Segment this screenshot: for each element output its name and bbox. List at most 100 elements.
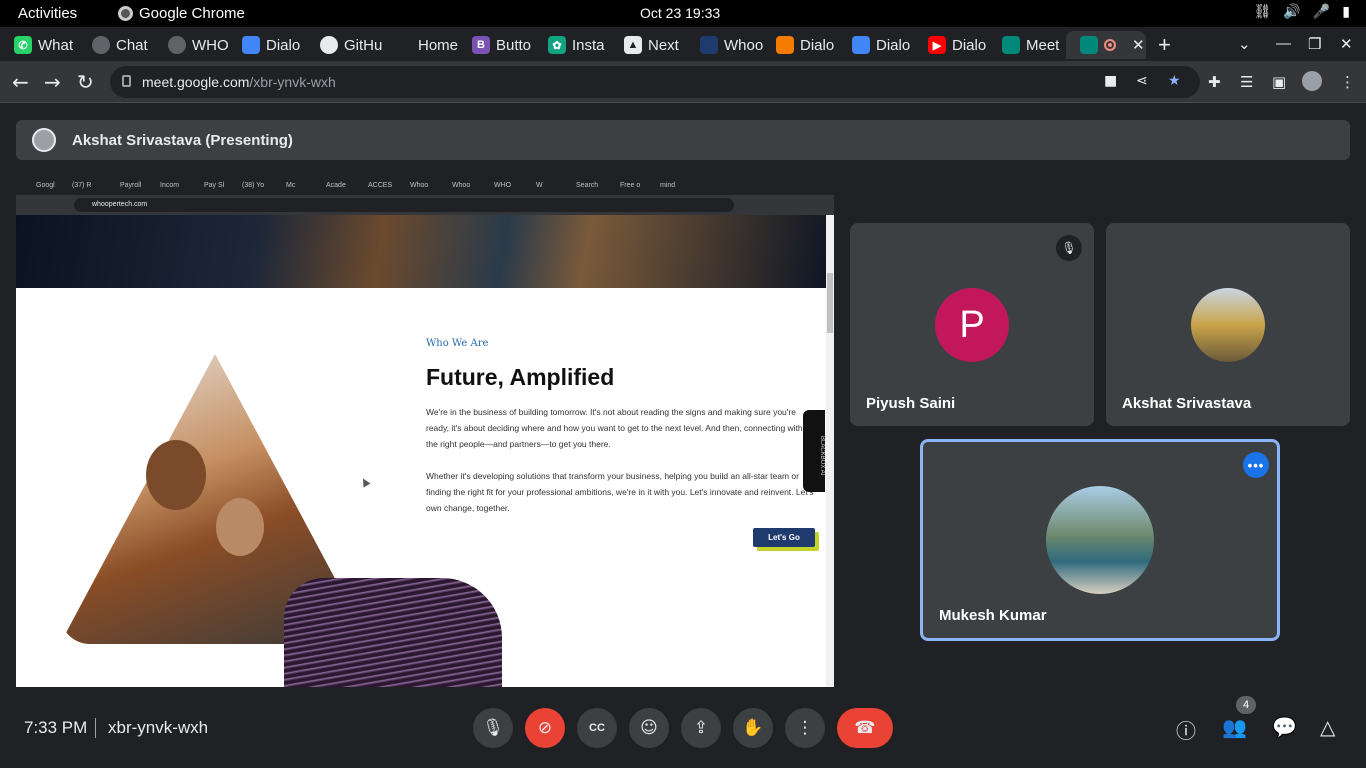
openai-icon: ✿ (548, 36, 566, 54)
participant-name: Akshat Srivastava (1122, 395, 1252, 412)
inner-tab: Whoo (452, 182, 471, 189)
camera-button[interactable]: ⊘ (525, 708, 565, 748)
inner-tab: WHO (494, 182, 512, 189)
blank-icon (394, 36, 412, 54)
inner-tab: Free o (620, 182, 641, 189)
avatar (1191, 288, 1265, 362)
tab-github[interactable]: GitHu (306, 31, 386, 59)
inner-tab: ACCES (368, 182, 393, 189)
tab-dialogflow-3[interactable]: Dialo (838, 31, 918, 59)
meeting-code: xbr-ynvk-wxh (108, 718, 209, 737)
share-icon[interactable]: ⋖ (1136, 73, 1148, 89)
presenter-label: Akshat Srivastava (Presenting) (72, 132, 293, 149)
profile-avatar[interactable] (1302, 71, 1322, 91)
tab-label: Butto (496, 36, 532, 54)
present-screen-icon: ⇪ (693, 718, 709, 738)
tab-search-icon[interactable]: ⌄ (1238, 35, 1251, 53)
camera-icon[interactable]: ■ (1104, 73, 1117, 89)
leave-call-button[interactable]: ☎ (837, 708, 893, 748)
reload-icon[interactable]: ↻ (77, 70, 94, 94)
avatar (32, 128, 56, 152)
captions-icon: CC (589, 722, 605, 734)
tab-active-meet[interactable]: ✕ (1066, 31, 1146, 59)
captions-button[interactable]: CC (577, 708, 617, 748)
tab-next[interactable]: ▲ Next (610, 31, 690, 59)
emoji-icon: ☺ (640, 718, 658, 738)
os-top-bar: Activities Google Chrome Oct 23 19:33 ⛓ … (0, 0, 1366, 27)
tab-insta[interactable]: ✿ Insta (534, 31, 614, 59)
system-tray[interactable]: ⛓ 🔊 🎤 ▮ (1254, 4, 1350, 20)
more-menu-icon[interactable]: ⋮ (1340, 73, 1355, 91)
tab-label: WHO (192, 36, 229, 54)
extensions-icon[interactable]: ✚ (1208, 73, 1221, 91)
meet-icon (1002, 36, 1020, 54)
emoji-button[interactable]: ☺ (629, 708, 669, 748)
inner-tab: Whoo (410, 182, 429, 189)
activities-button[interactable]: Activities (18, 5, 77, 22)
people-icon[interactable]: 👥 (1222, 715, 1247, 739)
address-bar[interactable]: meet.google.com/xbr-ynvk-wxh ■ ⋖ ★ (110, 66, 1200, 98)
more-options-icon[interactable]: ••• (1243, 452, 1269, 478)
forward-icon[interactable]: → (44, 70, 61, 94)
whatsapp-icon: ✆ (14, 36, 32, 54)
tab-label: Home (418, 36, 459, 54)
more-options-button[interactable]: ⋮ (785, 708, 825, 748)
participant-tile[interactable]: P 🎙 Piyush Saini (850, 223, 1094, 426)
activities-icon[interactable]: △ (1320, 715, 1335, 739)
url-text: meet.google.com/xbr-ynvk-wxh (142, 74, 336, 90)
bookmark-star-icon[interactable]: ★ (1168, 73, 1181, 89)
close-tab-icon[interactable]: ✕ (1132, 36, 1145, 54)
lock-icon (122, 75, 131, 87)
present-button[interactable]: ⇪ (681, 708, 721, 748)
app-name: Google Chrome (139, 5, 245, 22)
more-vert-icon: ⋮ (796, 718, 814, 738)
inner-tab: mind (660, 182, 676, 189)
inner-address-bar: whoopertech.com (16, 195, 834, 215)
avatar: P (935, 288, 1009, 362)
close-window-icon[interactable]: ✕ (1340, 35, 1353, 53)
tab-label: Dialo (876, 36, 911, 54)
chat-icon[interactable]: 💬 (1272, 715, 1297, 739)
tab-home[interactable]: Home (380, 31, 460, 59)
hexagon-icon (776, 36, 794, 54)
mouse-cursor-icon (359, 476, 371, 488)
inner-tab: Mc (286, 182, 296, 189)
next-icon: ▲ (624, 36, 642, 54)
tab-label: Dialo (952, 36, 987, 54)
tab-label: Meet (1026, 36, 1060, 54)
tab-dialogflow-2[interactable]: Dialo (762, 31, 842, 59)
side-panel-icon[interactable]: ▣ (1272, 73, 1286, 91)
minimize-icon[interactable]: — (1276, 35, 1291, 52)
tab-who[interactable]: WHO (154, 31, 234, 59)
info-icon[interactable]: ⓘ (1176, 715, 1196, 744)
tab-chat[interactable]: Chat (78, 31, 158, 59)
mic-button[interactable]: 🎙 (473, 708, 513, 748)
whoop-icon (700, 36, 718, 54)
app-menu[interactable]: Google Chrome (118, 5, 245, 22)
participant-name: Mukesh Kumar (939, 607, 1047, 624)
tab-dialogflow-1[interactable]: Dialo (228, 31, 308, 59)
inner-scrollbar (826, 215, 834, 687)
tab-label: What (38, 36, 74, 54)
back-icon[interactable]: ← (12, 70, 29, 94)
tab-label: Insta (572, 36, 605, 54)
participant-tile-speaking[interactable]: ••• Mukesh Kumar (920, 439, 1280, 641)
tab-button[interactable]: B Butto (458, 31, 538, 59)
eyebrow-text: Who We Are (426, 338, 489, 349)
browser-toolbar: ← → ↻ meet.google.com/xbr-ynvk-wxh ■ ⋖ ★… (0, 61, 1366, 103)
new-tab-button[interactable]: + (1158, 32, 1171, 58)
tab-meet[interactable]: Meet (988, 31, 1068, 59)
meeting-time: 7:33 PM (24, 718, 88, 737)
tab-whoo[interactable]: Whoo (686, 31, 766, 59)
participant-tile[interactable]: Akshat Srivastava (1106, 223, 1350, 426)
camera-off-icon: ⊘ (537, 718, 553, 738)
maximize-icon[interactable]: ❐ (1308, 35, 1321, 53)
media-icon[interactable]: ☰ (1240, 73, 1253, 91)
person-photo (216, 498, 264, 556)
mic-off-icon: 🎙 (1056, 235, 1082, 261)
tab-whatsapp[interactable]: ✆ What (0, 31, 88, 59)
system-clock[interactable]: Oct 23 19:33 (640, 5, 720, 21)
tab-label: GitHu (344, 36, 383, 54)
raise-hand-button[interactable]: ✋ (733, 708, 773, 748)
tab-dialogflow-4[interactable]: ▶ Dialo (914, 31, 994, 59)
